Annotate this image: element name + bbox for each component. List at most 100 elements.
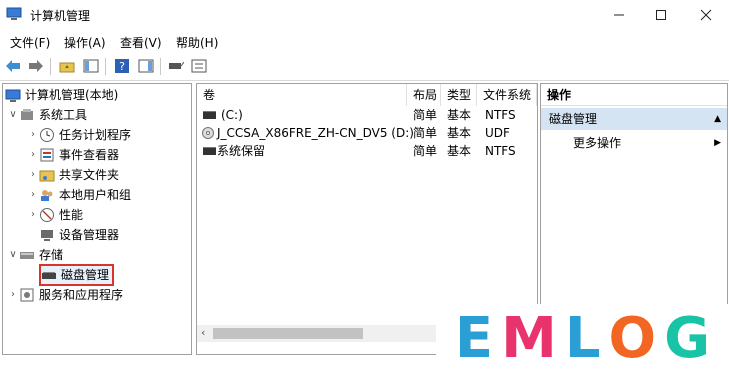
- actions-section-disk-management[interactable]: 磁盘管理 ▲: [541, 108, 727, 130]
- tree-item-local-users[interactable]: › 本地用户和组: [27, 185, 131, 205]
- cell-volume: J_CCSA_X86FRE_ZH-CN_DV5 (D:): [217, 126, 414, 140]
- chevron-right-icon[interactable]: ›: [27, 185, 39, 205]
- chevron-down-icon[interactable]: ∨: [7, 245, 19, 265]
- chevron-right-icon[interactable]: ›: [27, 145, 39, 165]
- tree-item-event-viewer[interactable]: › 事件查看器: [27, 145, 119, 165]
- tree-label: 事件查看器: [59, 148, 120, 162]
- users-icon: [39, 187, 55, 203]
- navigation-tree: 计算机管理(本地) ∨ 系统工具 › 任务计划程序 › 事件查看器 › 共享文件…: [2, 83, 192, 355]
- system-tools-icon: [19, 107, 35, 123]
- title-bar: 计算机管理: [0, 0, 729, 30]
- chevron-right-icon[interactable]: ›: [27, 165, 39, 185]
- table-row[interactable]: 系统保留 简单 基本 NTFS: [197, 142, 537, 160]
- column-header-volume[interactable]: 卷: [197, 84, 407, 106]
- cell-layout: 简单: [413, 144, 438, 158]
- properties-icon: [191, 59, 207, 73]
- cell-filesystem: NTFS: [485, 108, 516, 122]
- tree-item-root[interactable]: 计算机管理(本地): [5, 85, 118, 105]
- menu-action[interactable]: 操作(A): [64, 34, 106, 51]
- chevron-right-icon[interactable]: ›: [7, 285, 19, 305]
- tree-label: 共享文件夹: [59, 168, 120, 182]
- chevron-down-icon[interactable]: ∨: [7, 105, 19, 125]
- scroll-left-icon[interactable]: ‹: [201, 326, 205, 339]
- menu-bar: 文件(F) 操作(A) 查看(V) 帮助(H): [0, 30, 729, 54]
- cell-filesystem: NTFS: [485, 144, 516, 158]
- minimize-button[interactable]: [597, 0, 641, 30]
- actions-pane: 操作 磁盘管理 ▲ 更多操作 ▶: [540, 83, 728, 305]
- scrollbar-thumb[interactable]: [213, 328, 363, 339]
- chevron-right-icon[interactable]: ›: [27, 205, 39, 225]
- tree-item-services[interactable]: › 服务和应用程序: [7, 285, 123, 305]
- menu-file[interactable]: 文件(F): [10, 34, 50, 51]
- tree-item-disk-management[interactable]: 磁盘管理: [39, 264, 115, 286]
- tree-item-shared-folders[interactable]: › 共享文件夹: [27, 165, 119, 185]
- forward-arrow-icon: [29, 60, 43, 72]
- window-title: 计算机管理: [30, 9, 91, 23]
- more-actions-label: 更多操作: [573, 136, 622, 150]
- table-row[interactable]: (C:) 简单 基本 NTFS: [197, 106, 537, 124]
- disk-drive-icon: [41, 267, 57, 283]
- tree-item-task-scheduler[interactable]: › 任务计划程序: [27, 125, 131, 145]
- more-actions-item[interactable]: 更多操作 ▶: [541, 132, 727, 154]
- event-viewer-icon: [39, 147, 55, 163]
- close-button[interactable]: [684, 0, 728, 30]
- tree-label: 任务计划程序: [59, 128, 132, 142]
- tree-label-disk-management: 磁盘管理: [61, 268, 110, 282]
- watermark-letter: E: [454, 306, 494, 371]
- cell-filesystem: UDF: [485, 126, 510, 140]
- tree-label: 本地用户和组: [59, 188, 132, 202]
- up-folder-button[interactable]: [58, 57, 76, 75]
- cell-layout: 简单: [413, 126, 438, 140]
- drive-icon: [203, 147, 216, 155]
- tree-label-services: 服务和应用程序: [39, 288, 124, 302]
- back-arrow-icon: [6, 60, 20, 72]
- column-header-layout[interactable]: 布局: [407, 84, 441, 106]
- close-icon: [700, 9, 712, 21]
- actions-section-label: 磁盘管理: [549, 112, 598, 126]
- cell-layout: 简单: [413, 108, 438, 122]
- performance-icon: [39, 207, 55, 223]
- tree-item-device-manager[interactable]: 设备管理器: [39, 225, 119, 245]
- computer-management-icon: [5, 87, 21, 103]
- forward-button[interactable]: [27, 57, 45, 75]
- column-header-type[interactable]: 类型: [441, 84, 477, 106]
- table-row[interactable]: J_CCSA_X86FRE_ZH-CN_DV5 (D:) 简单 基本 UDF: [197, 124, 537, 142]
- show-action-pane-button[interactable]: [137, 57, 155, 75]
- column-header-filesystem[interactable]: 文件系统: [477, 84, 537, 106]
- submenu-arrow-icon: ▶: [714, 138, 721, 148]
- watermark-letter: G: [664, 306, 711, 371]
- console-tree-icon: [83, 59, 99, 73]
- tree-item-performance[interactable]: › 性能: [27, 205, 83, 225]
- watermark-letter: O: [608, 306, 657, 371]
- emlog-watermark: E M L O G: [436, 304, 729, 374]
- device-manager-icon: [39, 227, 55, 243]
- cell-type: 基本: [447, 144, 472, 158]
- drive-icon: [203, 111, 216, 119]
- tree-label-system-tools: 系统工具: [39, 108, 88, 122]
- cell-type: 基本: [447, 126, 472, 140]
- maximize-button[interactable]: [639, 0, 683, 30]
- maximize-icon: [656, 10, 666, 20]
- tree-item-system-tools[interactable]: ∨ 系统工具: [7, 105, 87, 125]
- computer-management-icon: [6, 7, 22, 20]
- connect-button[interactable]: [167, 57, 185, 75]
- tree-label-storage: 存储: [39, 248, 64, 262]
- tree-item-storage[interactable]: ∨ 存储: [7, 245, 63, 265]
- cd-drive-icon: [202, 127, 214, 139]
- chevron-right-icon[interactable]: ›: [27, 125, 39, 145]
- tree-label: 设备管理器: [59, 228, 120, 242]
- help-icon: ?: [115, 59, 129, 73]
- cell-volume: (C:): [221, 108, 243, 122]
- actions-header: 操作: [541, 84, 727, 106]
- toolbar: ?: [0, 54, 729, 81]
- cell-volume: 系统保留: [217, 144, 266, 158]
- collapse-up-icon[interactable]: ▲: [714, 108, 721, 130]
- properties-button[interactable]: [190, 57, 208, 75]
- drive-connect-icon: [169, 61, 184, 69]
- back-button[interactable]: [4, 57, 22, 75]
- watermark-letter: L: [564, 306, 601, 371]
- menu-help[interactable]: 帮助(H): [176, 34, 218, 51]
- help-button[interactable]: ?: [113, 57, 131, 75]
- menu-view[interactable]: 查看(V): [120, 34, 162, 51]
- show-tree-button[interactable]: [82, 57, 100, 75]
